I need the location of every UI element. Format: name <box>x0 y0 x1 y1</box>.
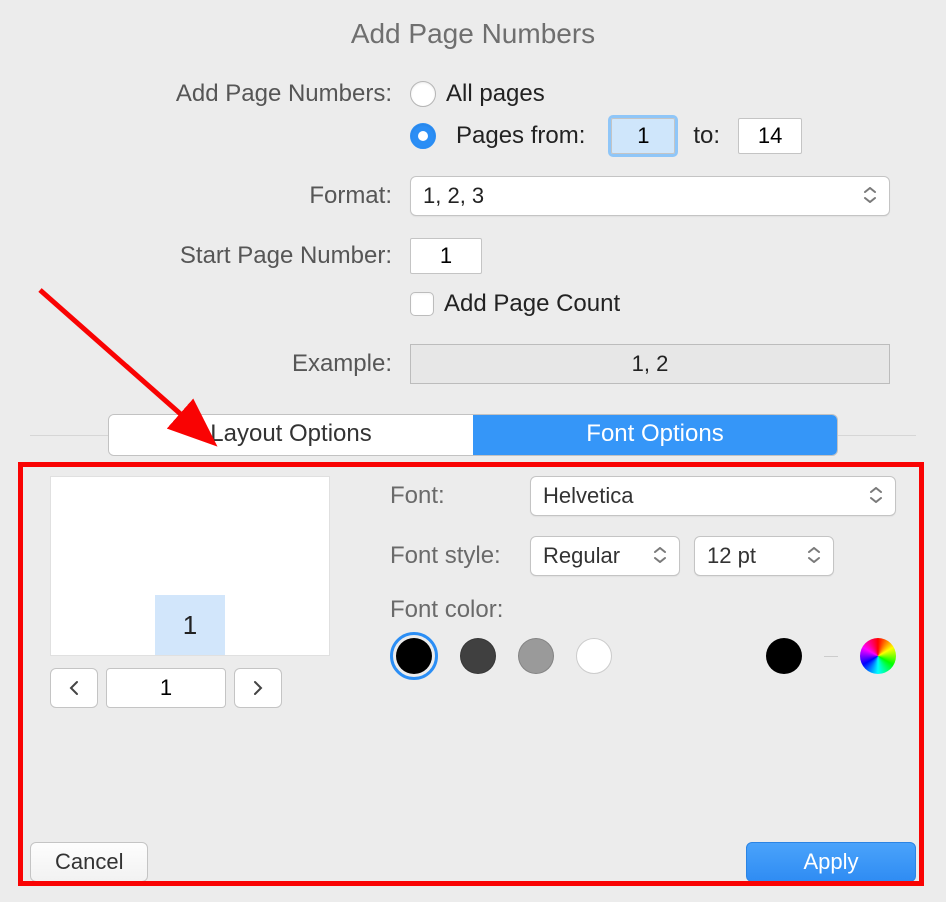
label-to: to: <box>693 122 720 150</box>
radio-pages-from[interactable] <box>410 123 436 149</box>
input-pages-to[interactable] <box>738 118 802 154</box>
tab-layout-options[interactable]: Layout Options <box>109 415 473 455</box>
radio-all-pages-label: All pages <box>446 80 545 108</box>
select-format[interactable]: 1, 2, 3 <box>410 176 890 216</box>
label-add-page-numbers: Add Page Numbers: <box>30 80 410 108</box>
checkbox-add-page-count[interactable] <box>410 292 434 316</box>
radio-all-pages[interactable] <box>410 81 436 107</box>
label-add-page-count: Add Page Count <box>444 290 620 318</box>
input-start-number[interactable] <box>410 238 482 274</box>
label-start-page-number: Start Page Number: <box>30 242 410 270</box>
chevron-down-icon <box>863 187 877 206</box>
radio-pages-from-label: Pages from: <box>456 122 585 150</box>
input-pages-from[interactable] <box>611 118 675 154</box>
label-example: Example: <box>30 350 410 378</box>
annotation-highlight-box <box>18 462 924 886</box>
select-format-value: 1, 2, 3 <box>423 183 484 209</box>
tab-font-options[interactable]: Font Options <box>473 415 837 455</box>
dialog-title: Add Page Numbers <box>0 0 946 80</box>
label-format: Format: <box>30 182 410 210</box>
example-display: 1, 2 <box>410 344 890 384</box>
